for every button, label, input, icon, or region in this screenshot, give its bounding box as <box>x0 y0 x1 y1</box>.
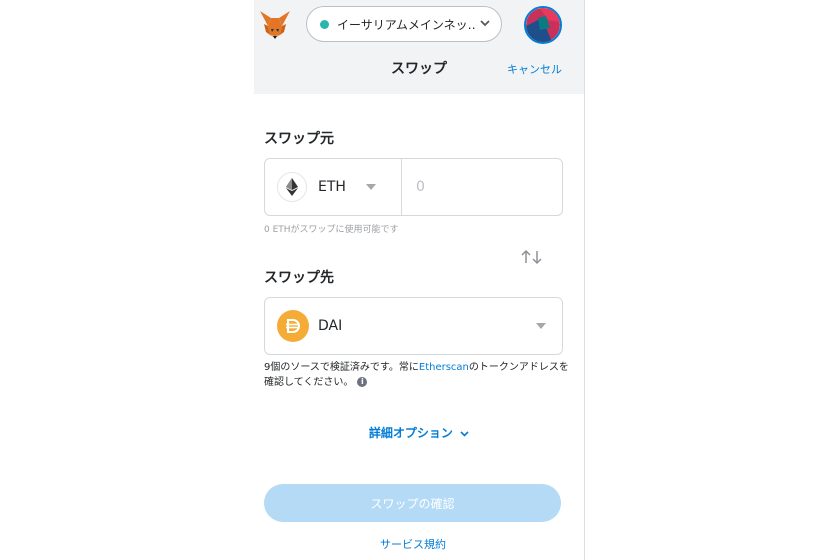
to-token-symbol: DAI <box>318 318 343 334</box>
to-token-selector[interactable]: DAI <box>264 297 563 355</box>
metamask-fox-icon[interactable] <box>258 8 292 42</box>
swap-arrows-icon[interactable] <box>520 249 544 265</box>
advanced-options-toggle[interactable]: 詳細オプション <box>254 424 584 441</box>
dai-icon <box>277 310 309 342</box>
caret-down-icon <box>536 323 546 329</box>
network-selector[interactable]: イーサリアムメインネッ… <box>306 6 502 42</box>
terms-of-service-link[interactable]: サービス規約 <box>254 536 572 552</box>
network-label: イーサリアムメインネッ… <box>337 17 475 32</box>
ethereum-icon <box>277 172 307 202</box>
from-token-selector[interactable]: ETH <box>265 159 402 215</box>
chevron-down-icon <box>460 430 469 437</box>
confirm-swap-button[interactable]: スワップの確認 <box>264 484 561 522</box>
verification-text: 9個のソースで検証済みです。常に <box>264 362 419 373</box>
amount-input[interactable] <box>402 159 560 215</box>
chevron-down-icon <box>475 19 495 30</box>
cancel-link[interactable]: キャンセル <box>507 61 562 77</box>
swap-panel: イーサリアムメインネッ… スワップ キャンセル スワップ元 ETH 0 0 ET… <box>254 0 585 560</box>
network-status-dot <box>320 19 329 29</box>
swap-from-label: スワップ元 <box>264 131 334 147</box>
balance-hint: 0 ETHがスワップに使用可能です <box>264 225 399 235</box>
swap-from-box: ETH <box>264 158 563 216</box>
caret-down-icon <box>365 184 376 190</box>
header: イーサリアムメインネッ… スワップ キャンセル <box>254 0 584 94</box>
from-token-symbol: ETH <box>318 179 346 195</box>
info-icon[interactable]: i <box>357 377 368 387</box>
advanced-options-label: 詳細オプション <box>368 426 453 440</box>
account-avatar[interactable] <box>524 6 562 44</box>
verification-note: 9個のソースで検証済みです。常にEtherscanのトークンアドレスを確認してく… <box>264 360 569 390</box>
swap-to-label: スワップ先 <box>264 270 334 286</box>
etherscan-link[interactable]: Etherscan <box>419 362 469 373</box>
